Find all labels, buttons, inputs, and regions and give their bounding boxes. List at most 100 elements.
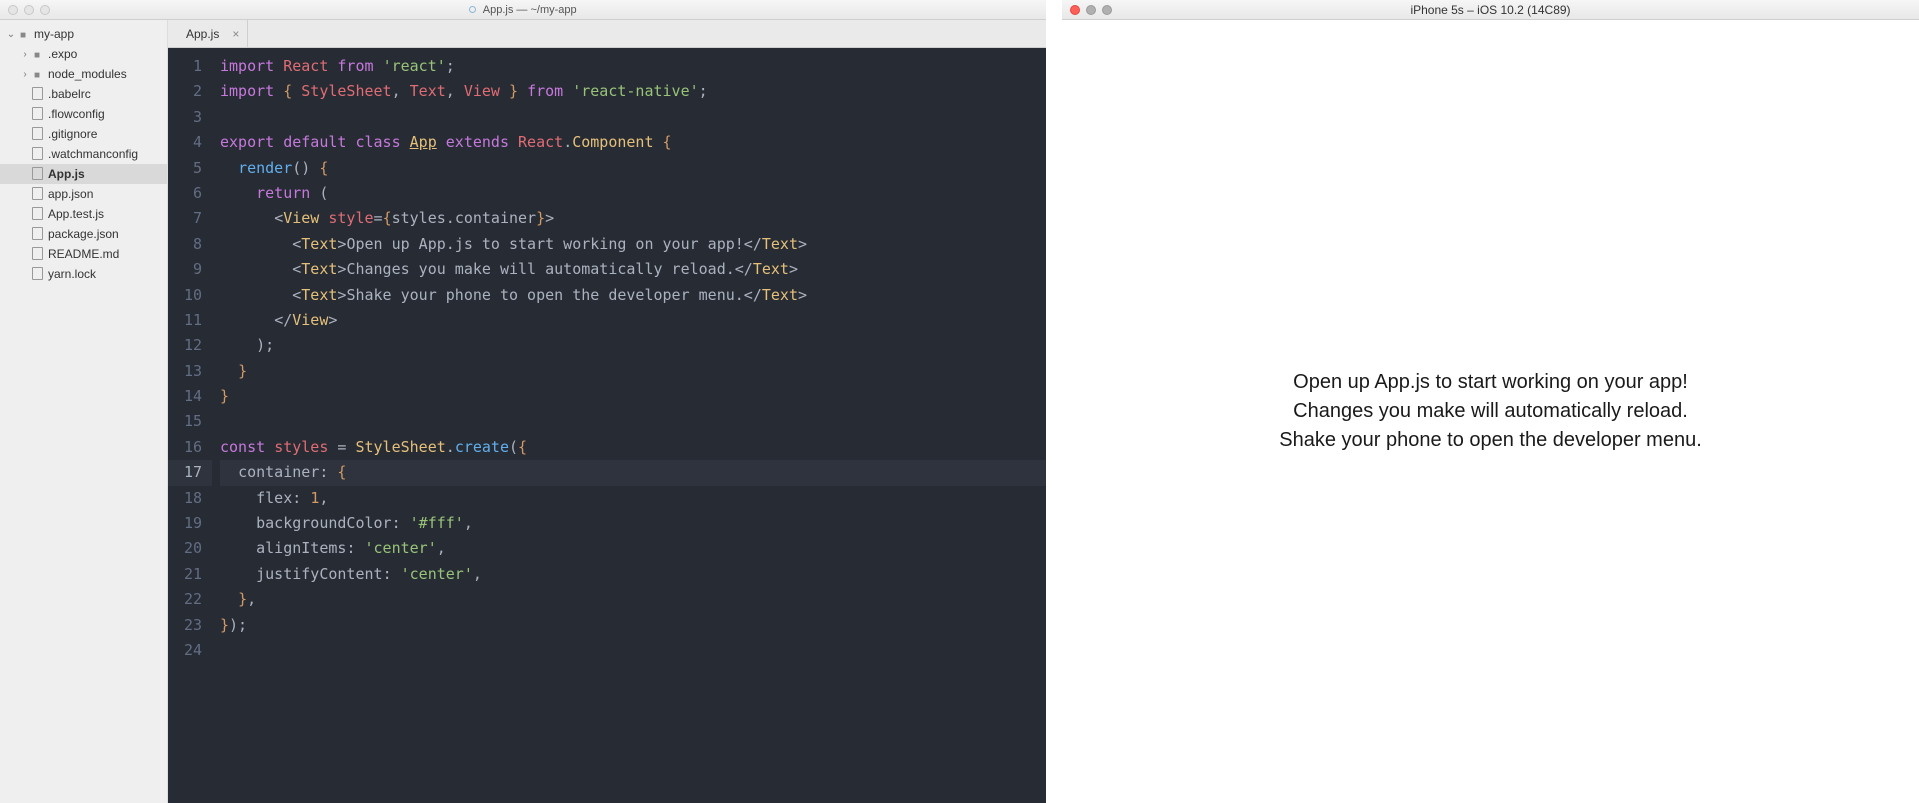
code-line[interactable]: <View style={styles.container}>: [220, 206, 1046, 231]
folder-icon: [30, 47, 44, 61]
code-line[interactable]: <Text>Changes you make will automaticall…: [220, 257, 1046, 282]
editor-titlebar[interactable]: App.js — ~/my-app: [0, 0, 1046, 20]
line-number[interactable]: 9: [168, 257, 202, 282]
line-number[interactable]: 18: [168, 486, 202, 511]
code-line[interactable]: });: [220, 613, 1046, 638]
line-number[interactable]: 16: [168, 435, 202, 460]
simulator-screen[interactable]: Open up App.js to start working on your …: [1062, 20, 1919, 803]
code-line[interactable]: const styles = StyleSheet.create({: [220, 435, 1046, 460]
file-tree[interactable]: ⌄my-app›.expo›node_modules .babelrc .flowc…: [0, 20, 168, 803]
tree-file[interactable]: yarn.lock: [0, 264, 167, 284]
tree-file[interactable]: README.md: [0, 244, 167, 264]
editor-window-title: App.js — ~/my-app: [0, 4, 1046, 16]
tree-folder[interactable]: ›node_modules: [0, 64, 167, 84]
close-window-icon[interactable]: [1070, 5, 1080, 15]
tab-bar: App.js ×: [168, 20, 1046, 48]
tree-item-label: yarn.lock: [48, 267, 96, 281]
tree-file[interactable]: .babelrc: [0, 84, 167, 104]
code-line[interactable]: return (: [220, 181, 1046, 206]
file-icon: [30, 146, 44, 162]
tree-item-label: .watchmanconfig: [48, 147, 138, 161]
chevron-down-icon: ⌄: [6, 29, 16, 40]
tab-label: App.js: [186, 27, 219, 41]
editor-window: App.js — ~/my-app ⌄my-app›.expo›node_mod…: [0, 0, 1046, 803]
line-number[interactable]: 1: [168, 54, 202, 79]
code-line[interactable]: [220, 409, 1046, 434]
tree-folder[interactable]: ›.expo: [0, 44, 167, 64]
line-number[interactable]: 3: [168, 105, 202, 130]
line-number[interactable]: 4: [168, 130, 202, 155]
code-line[interactable]: flex: 1,: [220, 486, 1046, 511]
code-line[interactable]: }: [220, 384, 1046, 409]
line-number[interactable]: 19: [168, 511, 202, 536]
line-number[interactable]: 11: [168, 308, 202, 333]
code-line[interactable]: backgroundColor: '#fff',: [220, 511, 1046, 536]
line-number[interactable]: 20: [168, 536, 202, 561]
tree-item-label: .babelrc: [48, 87, 91, 101]
line-number[interactable]: 5: [168, 156, 202, 181]
line-number[interactable]: 15: [168, 409, 202, 434]
code-line[interactable]: </View>: [220, 308, 1046, 333]
file-icon: [30, 166, 44, 182]
code-line[interactable]: justifyContent: 'center',: [220, 562, 1046, 587]
simulator-titlebar[interactable]: iPhone 5s – iOS 10.2 (14C89): [1062, 0, 1919, 20]
tree-item-label: app.json: [48, 187, 93, 201]
line-number[interactable]: 24: [168, 638, 202, 663]
tree-file[interactable]: package.json: [0, 224, 167, 244]
code-editor: App.js × 1234567891011121314151617181920…: [168, 20, 1046, 803]
simulator-text-line: Open up App.js to start working on your …: [1293, 368, 1688, 397]
code-line[interactable]: render() {: [220, 156, 1046, 181]
line-number[interactable]: 8: [168, 232, 202, 257]
code-line[interactable]: [220, 105, 1046, 130]
line-number[interactable]: 14: [168, 384, 202, 409]
tree-item-label: .gitignore: [48, 127, 97, 141]
code-line[interactable]: [220, 638, 1046, 663]
file-icon: [30, 186, 44, 202]
close-tab-icon[interactable]: ×: [232, 27, 239, 41]
line-number[interactable]: 2: [168, 79, 202, 104]
code-line[interactable]: }: [220, 359, 1046, 384]
code-line[interactable]: );: [220, 333, 1046, 358]
line-number[interactable]: 6: [168, 181, 202, 206]
tree-item-label: App.js: [48, 167, 85, 181]
code-line[interactable]: alignItems: 'center',: [220, 536, 1046, 561]
code-line[interactable]: import { StyleSheet, Text, View } from '…: [220, 79, 1046, 104]
code-line[interactable]: <Text>Shake your phone to open the devel…: [220, 283, 1046, 308]
tree-file[interactable]: App.test.js: [0, 204, 167, 224]
tree-file[interactable]: .flowconfig: [0, 104, 167, 124]
file-icon: [30, 226, 44, 242]
line-number[interactable]: 17: [168, 460, 212, 485]
code-line[interactable]: },: [220, 587, 1046, 612]
file-icon: [30, 266, 44, 282]
line-number[interactable]: 23: [168, 613, 202, 638]
tree-file[interactable]: App.js: [0, 164, 167, 184]
editor-window-title-text: App.js — ~/my-app: [483, 4, 577, 16]
minimize-window-icon[interactable]: [24, 5, 34, 15]
code-line[interactable]: container: {: [220, 460, 1046, 485]
line-number[interactable]: 22: [168, 587, 202, 612]
tree-file[interactable]: .gitignore: [0, 124, 167, 144]
tree-file[interactable]: app.json: [0, 184, 167, 204]
code-line[interactable]: export default class App extends React.C…: [220, 130, 1046, 155]
code-line[interactable]: <Text>Open up App.js to start working on…: [220, 232, 1046, 257]
tree-item-label: App.test.js: [48, 207, 104, 221]
zoom-window-icon[interactable]: [40, 5, 50, 15]
line-number[interactable]: 7: [168, 206, 202, 231]
file-icon: [30, 126, 44, 142]
line-number-gutter[interactable]: 123456789101112131415161718192021222324: [168, 48, 212, 803]
tree-item-label: .flowconfig: [48, 107, 105, 121]
line-number[interactable]: 21: [168, 562, 202, 587]
code-line[interactable]: import React from 'react';: [220, 54, 1046, 79]
line-number[interactable]: 10: [168, 283, 202, 308]
line-number[interactable]: 12: [168, 333, 202, 358]
tree-item-label: package.json: [48, 227, 119, 241]
zoom-window-icon[interactable]: [1102, 5, 1112, 15]
tree-root[interactable]: ⌄my-app: [0, 24, 167, 44]
minimize-window-icon[interactable]: [1086, 5, 1096, 15]
line-number[interactable]: 13: [168, 359, 202, 384]
close-window-icon[interactable]: [8, 5, 18, 15]
file-icon: [30, 86, 44, 102]
code-area[interactable]: import React from 'react';import { Style…: [212, 48, 1046, 803]
tab-app-js[interactable]: App.js ×: [168, 20, 248, 47]
tree-file[interactable]: .watchmanconfig: [0, 144, 167, 164]
